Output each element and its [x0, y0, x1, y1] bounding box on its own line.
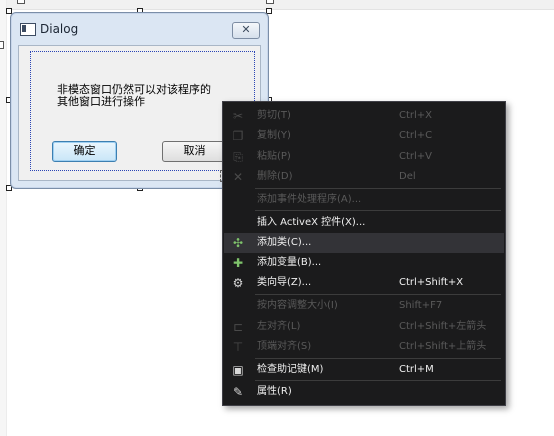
menu-item[interactable]: ▣ 检查助记键(M) Ctrl+M	[224, 360, 504, 380]
ruler-marker	[266, 0, 274, 4]
menu-item[interactable]: 添加事件处理程序(A)...	[224, 190, 504, 210]
menu-item-label: 按内容调整大小(I)	[257, 300, 338, 311]
menu-item-label: 删除(D)	[257, 171, 293, 182]
align-top-icon: ⊤	[232, 340, 244, 354]
copy-icon: ❐	[232, 129, 244, 143]
menu-item[interactable]: ✂ 剪切(T) Ctrl+X	[224, 106, 504, 126]
add-class-icon: ✣	[232, 236, 244, 250]
menu-item-label: 类向导(Z)...	[257, 277, 312, 288]
menu-separator	[255, 210, 501, 211]
menu-separator	[255, 358, 501, 359]
properties-icon: ✎	[232, 385, 244, 399]
menu-item[interactable]: ✕ 删除(D) Del	[224, 167, 504, 187]
menu-item-shortcut: Ctrl+Shift+左箭头	[399, 321, 487, 332]
menu-item-label: 剪切(T)	[257, 110, 291, 121]
ruler-marker	[17, 0, 25, 4]
menu-item[interactable]: 按内容调整大小(I) Shift+F7	[224, 296, 504, 316]
menu-item-shortcut: Ctrl+X	[399, 110, 433, 121]
menu-item-label: 粘贴(P)	[257, 151, 291, 162]
menu-item-label: 插入 ActiveX 控件(X)...	[257, 217, 366, 228]
close-button[interactable]: ✕	[232, 22, 260, 39]
menu-item[interactable]: ✎ 属性(R)	[224, 382, 504, 402]
menu-item[interactable]: ✣ 添加类(C)...	[224, 233, 504, 253]
menu-item-shortcut: Del	[399, 171, 416, 182]
menu-item-label: 添加类(C)...	[257, 237, 312, 248]
menu-item-label: 复制(Y)	[257, 130, 291, 141]
dialog-title: Dialog	[40, 22, 79, 36]
dialog-titlebar[interactable]: Dialog ✕	[11, 13, 268, 45]
menu-item[interactable]: ❐ 复制(Y) Ctrl+C	[224, 126, 504, 146]
ruler-marker	[0, 41, 4, 49]
menu-item[interactable]: 插入 ActiveX 控件(X)...	[224, 213, 504, 233]
menu-item-label: 添加变量(B)...	[257, 257, 322, 268]
menu-item-shortcut: Ctrl+V	[399, 151, 433, 162]
designer-top-ruler	[0, 0, 554, 10]
add-variable-icon: ✚	[232, 256, 244, 270]
context-menu[interactable]: ✂ 剪切(T) Ctrl+X ❐ 复制(Y) Ctrl+C ⎘ 粘贴(P) Ctrl+V ✕ 删除(…	[222, 101, 506, 406]
menu-separator	[255, 380, 501, 381]
menu-item-shortcut: Shift+F7	[399, 300, 443, 311]
designer-left-ruler	[0, 0, 7, 436]
cut-icon: ✂	[232, 109, 244, 123]
menu-item-label: 顶端对齐(S)	[257, 341, 312, 352]
menu-separator	[255, 188, 501, 189]
delete-icon: ✕	[232, 170, 244, 184]
menu-item-label: 属性(R)	[257, 386, 292, 397]
menu-item-label: 检查助记键(M)	[257, 364, 324, 375]
menu-separator	[255, 294, 501, 295]
menu-item-shortcut: Ctrl+Shift+X	[399, 277, 464, 288]
menu-item-label: 左对齐(L)	[257, 321, 301, 332]
menu-item[interactable]: ⚙ 类向导(Z)... Ctrl+Shift+X	[224, 273, 504, 293]
check-mnemonics-icon: ▣	[232, 363, 244, 377]
menu-item[interactable]: ⊏ 左对齐(L) Ctrl+Shift+左箭头	[224, 317, 504, 337]
menu-item[interactable]: ⊤ 顶端对齐(S) Ctrl+Shift+上箭头	[224, 337, 504, 357]
window-icon	[20, 23, 36, 36]
class-wizard-icon: ⚙	[232, 276, 244, 290]
menu-item-shortcut: Ctrl+Shift+上箭头	[399, 341, 487, 352]
menu-item-shortcut: Ctrl+C	[399, 130, 433, 141]
menu-item[interactable]: ✚ 添加变量(B)...	[224, 253, 504, 273]
static-text-label[interactable]: 非模态窗口仍然可以对该程序的 其他窗口进行操作	[57, 84, 237, 108]
cancel-button[interactable]: 取消	[162, 141, 227, 162]
menu-item-label: 添加事件处理程序(A)...	[257, 194, 362, 205]
menu-item-shortcut: Ctrl+M	[399, 364, 434, 375]
ok-button[interactable]: 确定	[52, 141, 117, 162]
paste-icon: ⎘	[233, 150, 243, 164]
align-left-icon: ⊏	[232, 320, 244, 334]
menu-item[interactable]: ⎘ 粘贴(P) Ctrl+V	[224, 147, 504, 167]
